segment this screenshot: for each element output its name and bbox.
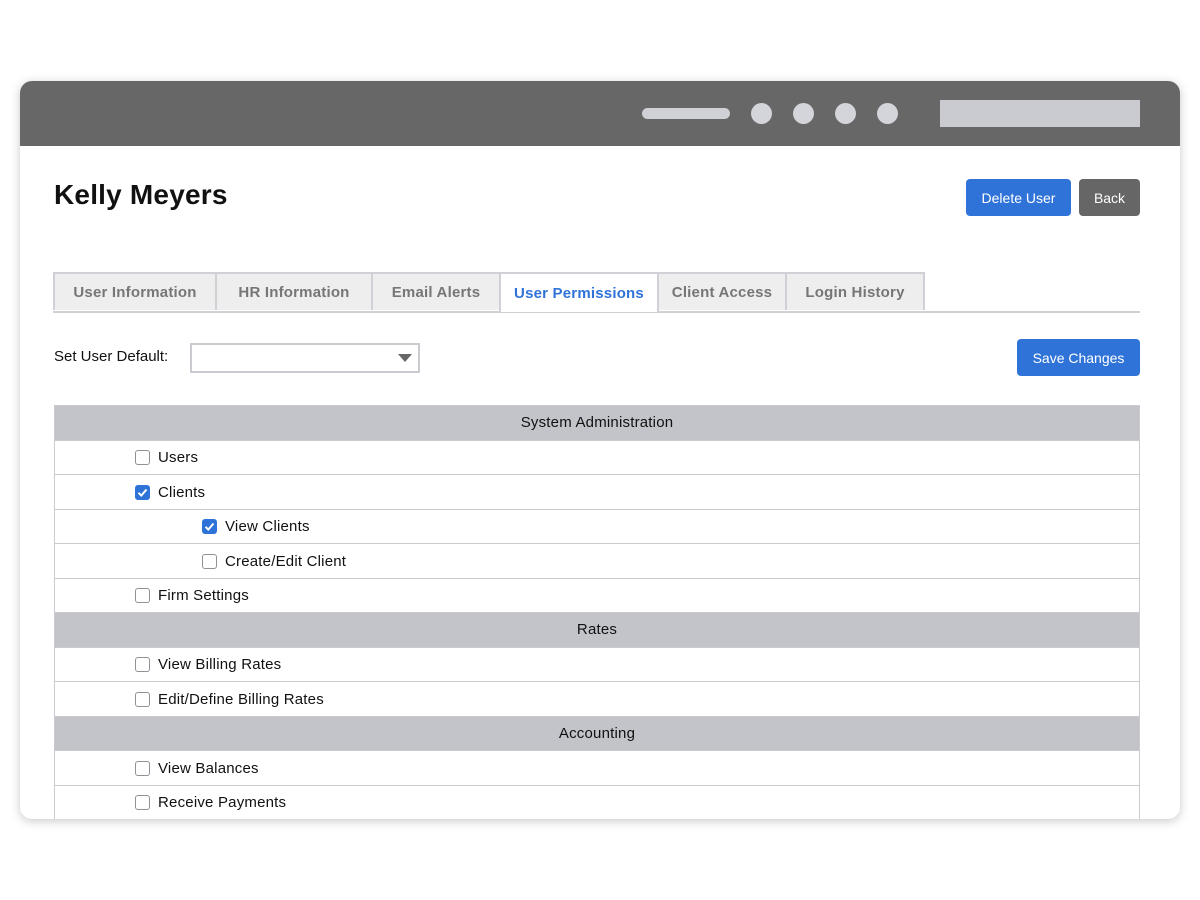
- permission-label: View Billing Rates: [158, 656, 282, 673]
- tab-login-history[interactable]: Login History: [785, 272, 925, 310]
- permission-label: View Clients: [225, 518, 310, 535]
- permission-view-billing-rates[interactable]: View Billing Rates: [135, 648, 281, 682]
- titlebar-placeholder-pill: [642, 108, 730, 119]
- table-row: Edit/Define Billing Rates: [55, 682, 1139, 717]
- checkbox[interactable]: [135, 760, 150, 776]
- permission-users[interactable]: Users: [135, 441, 198, 475]
- permission-edit-billing-rates[interactable]: Edit/Define Billing Rates: [135, 682, 324, 716]
- permission-label: Receive Payments: [158, 794, 287, 811]
- delete-user-button[interactable]: Delete User: [966, 179, 1071, 216]
- tab-bar: User Information HR Information Email Al…: [53, 272, 1140, 313]
- tab-user-information[interactable]: User Information: [53, 272, 217, 310]
- permission-view-clients[interactable]: View Clients: [202, 510, 310, 544]
- section-header-accounting: Accounting: [55, 716, 1139, 751]
- chevron-down-icon: [398, 354, 412, 362]
- app-window: Kelly Meyers Delete User Back User Infor…: [20, 81, 1180, 819]
- save-changes-button[interactable]: Save Changes: [1017, 339, 1140, 376]
- permission-label: Users: [158, 449, 199, 466]
- permission-clients[interactable]: Clients: [135, 475, 205, 509]
- table-row: View Billing Rates: [55, 648, 1139, 682]
- titlebar-dot[interactable]: [793, 103, 814, 124]
- checkbox[interactable]: [135, 588, 150, 603]
- table-row: Users: [55, 441, 1139, 475]
- tab-user-permissions[interactable]: User Permissions: [499, 272, 659, 312]
- titlebar-search-placeholder[interactable]: [940, 100, 1140, 127]
- permission-firm-settings[interactable]: Firm Settings: [135, 579, 249, 613]
- table-row: Receive Payments: [55, 786, 1139, 820]
- section-header-rates: Rates: [55, 613, 1139, 648]
- titlebar-dot[interactable]: [877, 103, 898, 124]
- set-user-default-label: Set User Default:: [54, 348, 169, 365]
- permissions-table: System Administration Users Clients View…: [54, 405, 1140, 819]
- table-row: Clients: [55, 475, 1139, 510]
- checkbox[interactable]: [202, 519, 217, 534]
- tab-client-access[interactable]: Client Access: [657, 272, 787, 310]
- checkbox[interactable]: [135, 691, 150, 707]
- table-row: Create/Edit Client: [55, 544, 1139, 579]
- checkbox[interactable]: [135, 484, 150, 500]
- permission-label: View Balances: [158, 759, 259, 777]
- section-header-system-administration: System Administration: [55, 406, 1139, 441]
- titlebar-dot[interactable]: [835, 103, 856, 124]
- table-row: View Clients: [55, 510, 1139, 544]
- tab-email-alerts[interactable]: Email Alerts: [371, 272, 501, 310]
- permission-label: Firm Settings: [158, 587, 249, 604]
- permission-label: Create/Edit Client: [225, 552, 347, 570]
- checkbox[interactable]: [202, 553, 217, 569]
- titlebar-dot[interactable]: [751, 103, 772, 124]
- tab-hr-information[interactable]: HR Information: [215, 272, 373, 310]
- back-button[interactable]: Back: [1079, 179, 1140, 216]
- table-row: View Balances: [55, 751, 1139, 786]
- permission-label: Clients: [158, 483, 206, 501]
- checkbox[interactable]: [135, 795, 150, 810]
- page-title: Kelly Meyers: [54, 179, 228, 210]
- permission-receive-payments[interactable]: Receive Payments: [135, 786, 286, 820]
- permission-label: Edit/Define Billing Rates: [158, 690, 324, 708]
- title-bar: [20, 81, 1180, 146]
- user-default-select[interactable]: [190, 343, 420, 373]
- checkbox[interactable]: [135, 450, 150, 465]
- permission-create-edit-client[interactable]: Create/Edit Client: [202, 544, 346, 578]
- permission-view-balances[interactable]: View Balances: [135, 751, 259, 785]
- checkbox[interactable]: [135, 657, 150, 672]
- table-row: Firm Settings: [55, 579, 1139, 613]
